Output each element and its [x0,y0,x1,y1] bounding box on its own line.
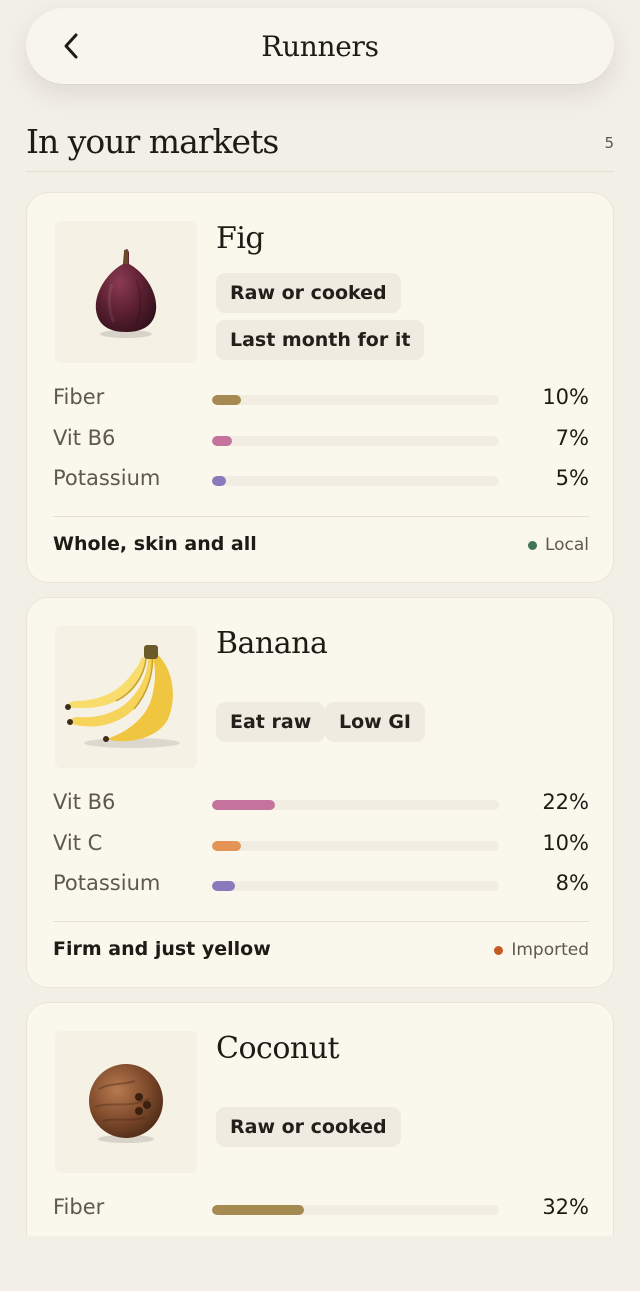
section-header: In your markets 5 [26,120,614,172]
chevron-left-icon [64,33,78,59]
nutrient-bar [212,841,499,851]
fig-image [55,221,197,363]
food-name: Banana [216,626,328,661]
nutrient-bar-fill [212,881,235,891]
tag-last-month: Last month for it [216,320,425,360]
nutrient-bar [212,800,499,810]
nutrient-label: Potassium [53,871,161,895]
nutrient-percent: 7% [555,426,589,450]
origin-label: Imported [511,940,589,960]
card-footer: Firm and just yellow Imported [53,921,589,981]
nutrient-percent: 10% [542,831,589,855]
food-name: Fig [216,221,265,256]
nutrient-percent: 10% [542,385,589,409]
nutrient-bar-fill [212,476,227,486]
nutrient-bar [212,476,499,486]
nutrient-row: Potassium 8% [53,871,589,901]
runners-screen: Runners In your markets 5 Fig Raw or coo… [0,0,640,1291]
nutrient-row: Vit C 10% [53,831,589,861]
origin-dot-icon [494,945,504,955]
nutrient-bar-fill [212,800,276,810]
nutrient-label: Fiber [53,385,105,409]
food-card-coconut[interactable]: Coconut Raw or cooked Fiber 32% [26,1002,614,1236]
nutrient-percent: 8% [555,871,589,895]
nutrient-percent: 22% [542,790,589,814]
nutrient-bar [212,881,499,891]
nutrient-row: Fiber 32% [53,1195,589,1225]
banana-image [55,626,197,768]
nutrient-percent: 5% [555,466,589,490]
tag-raw-or-cooked: Raw or cooked [216,273,401,313]
nutrient-bar-fill [212,395,241,405]
top-bar: Runners [26,8,614,84]
origin-badge: Local [527,535,589,555]
tag-low-gi: Low GI [325,702,425,742]
nutrient-label: Vit B6 [53,790,116,814]
section-count: 5 [604,134,614,152]
nutrient-label: Fiber [53,1195,105,1219]
nutrient-bar [212,395,499,405]
food-name: Coconut [216,1031,340,1066]
origin-dot-icon [527,540,537,550]
page-title: Runners [261,29,379,63]
nutrient-bar [212,436,499,446]
back-button[interactable] [52,26,92,66]
tag-raw-or-cooked: Raw or cooked [216,1107,401,1147]
origin-label: Local [544,535,589,555]
card-footer: Whole, skin and all Local [53,516,589,576]
coconut-image [55,1031,197,1173]
nutrient-row: Potassium 5% [53,466,589,496]
prep-note: Whole, skin and all [53,533,257,555]
nutrient-label: Vit B6 [53,426,116,450]
nutrient-bar [212,1205,499,1215]
origin-badge: Imported [494,940,589,960]
nutrient-percent: 32% [542,1195,589,1219]
nutrient-row: Fiber 10% [53,385,589,415]
nutrient-bar-fill [212,1205,304,1215]
nutrient-bar-fill [212,436,233,446]
food-card-banana[interactable]: Banana Eat raw Low GI Vit B6 22% Vit C 1… [26,597,614,988]
section-title: In your markets [26,122,279,161]
nutrient-label: Vit C [53,831,103,855]
nutrient-label: Potassium [53,466,161,490]
nutrient-bar-fill [212,841,241,851]
tag-eat-raw: Eat raw [216,702,326,742]
nutrient-row: Vit B6 7% [53,426,589,456]
food-list: Fig Raw or cooked Last month for it Fibe… [26,192,614,1236]
food-card-fig[interactable]: Fig Raw or cooked Last month for it Fibe… [26,192,614,583]
nutrient-row: Vit B6 22% [53,790,589,820]
